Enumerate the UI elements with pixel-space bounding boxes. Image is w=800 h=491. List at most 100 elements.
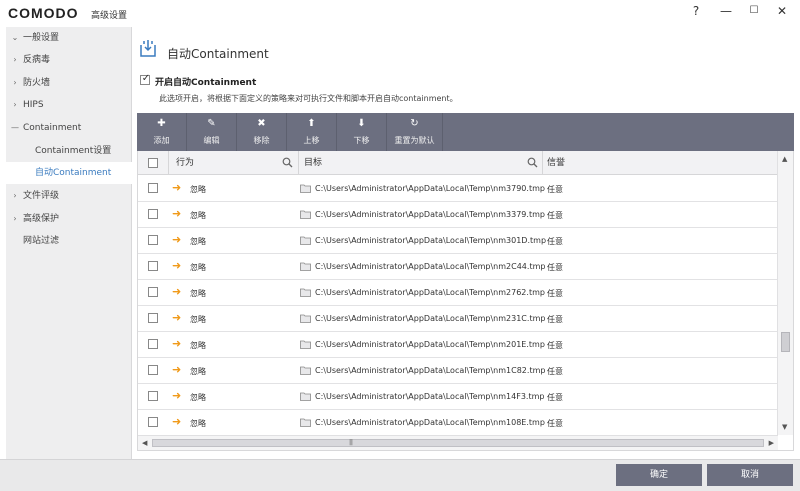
scroll-thumb[interactable] <box>781 332 790 352</box>
folder-icon <box>300 288 311 297</box>
sidebar-item-label: 高级保护 <box>23 214 60 224</box>
add-button[interactable]: ✚ 添加 <box>137 113 187 151</box>
remove-button[interactable]: ✖ 移除 <box>237 113 287 151</box>
minimize-button[interactable]: — <box>716 3 736 19</box>
row-checkbox[interactable] <box>148 339 158 349</box>
chevron-right-icon: › <box>13 78 17 87</box>
table-row[interactable]: ➜ 忽略 C:\Users\Administrator\AppData\Loca… <box>138 384 778 410</box>
table-row[interactable]: ➜ 忽略 C:\Users\Administrator\AppData\Loca… <box>138 410 778 436</box>
column-header-action[interactable]: 行为 <box>176 151 194 175</box>
description-text: 此选项开启，将根据下面定义的策略来对可执行文件和脚本开启自动containmen… <box>159 94 458 103</box>
row-checkbox[interactable] <box>148 287 158 297</box>
row-target: C:\Users\Administrator\AppData\Local\Tem… <box>315 314 546 323</box>
horizontal-scrollbar[interactable]: ◀ ||| ▶ <box>138 435 778 450</box>
scroll-thumb[interactable]: ||| <box>152 439 764 447</box>
search-icon[interactable] <box>527 157 538 168</box>
sidebar-item-label: Containment <box>23 123 82 133</box>
sidebar-item-advanced-protection[interactable]: › 高级保护 <box>6 208 132 230</box>
auto-containment-icon <box>140 40 156 57</box>
row-checkbox[interactable] <box>148 183 158 193</box>
checkmark-icon: ✓ <box>141 73 151 84</box>
search-icon[interactable] <box>282 157 293 168</box>
column-header-target[interactable]: 目标 <box>304 151 322 175</box>
row-checkbox[interactable] <box>148 235 158 245</box>
sidebar-item-hips[interactable]: › HIPS <box>6 94 132 116</box>
ok-button[interactable]: 确定 <box>616 464 702 486</box>
table-row[interactable]: ➜ 忽略 C:\Users\Administrator\AppData\Loca… <box>138 280 778 306</box>
folder-icon <box>300 184 311 193</box>
table-row[interactable]: ➜ 忽略 C:\Users\Administrator\AppData\Loca… <box>138 228 778 254</box>
sidebar-item-label: Containment设置 <box>35 146 112 156</box>
folder-icon <box>300 210 311 219</box>
row-target: C:\Users\Administrator\AppData\Local\Tem… <box>315 340 545 349</box>
table-row[interactable]: ➜ 忽略 C:\Users\Administrator\AppData\Loca… <box>138 306 778 332</box>
row-target: C:\Users\Administrator\AppData\Local\Tem… <box>315 236 547 245</box>
row-reputation: 任意 <box>547 393 563 402</box>
table-row[interactable]: ➜ 忽略 C:\Users\Administrator\AppData\Loca… <box>138 358 778 384</box>
close-button[interactable]: ✕ <box>772 3 792 19</box>
row-target: C:\Users\Administrator\AppData\Local\Tem… <box>315 366 546 375</box>
reset-default-button[interactable]: ↻ 重置为默认 <box>387 113 443 151</box>
rules-toolbar: ✚ 添加 ✎ 编辑 ✖ 移除 ⬆ 上移 ⬇ 下移 ↻ 重置为默认 <box>137 113 794 151</box>
row-checkbox[interactable] <box>148 391 158 401</box>
comodo-logo: COMODO <box>8 5 79 21</box>
page-title: 自动Containment <box>167 47 269 61</box>
select-all-checkbox[interactable] <box>148 158 158 168</box>
row-reputation: 任意 <box>547 367 563 376</box>
enable-auto-containment-checkbox[interactable]: ✓ <box>140 73 151 85</box>
row-reputation: 任意 <box>547 315 563 324</box>
column-header-reputation[interactable]: 信誉 <box>547 151 565 175</box>
table-row[interactable]: ➜ 忽略 C:\Users\Administrator\AppData\Loca… <box>138 332 778 358</box>
row-target: C:\Users\Administrator\AppData\Local\Tem… <box>315 262 546 271</box>
folder-icon <box>300 366 311 375</box>
row-checkbox[interactable] <box>148 313 158 323</box>
row-reputation: 任意 <box>547 419 563 428</box>
down-icon: ⬇ <box>357 118 366 129</box>
remove-icon: ✖ <box>257 118 266 129</box>
row-checkbox[interactable] <box>148 209 158 219</box>
sidebar-item-file-rating[interactable]: › 文件评级 <box>6 185 132 207</box>
row-action: 忽略 <box>190 393 206 402</box>
row-reputation: 任意 <box>547 289 563 298</box>
scroll-left-icon[interactable]: ◀ <box>142 439 147 447</box>
arrow-right-icon: ➜ <box>172 207 182 220</box>
row-action: 忽略 <box>190 419 206 428</box>
table-row[interactable]: ➜ 忽略 C:\Users\Administrator\AppData\Loca… <box>138 202 778 228</box>
row-reputation: 任意 <box>547 237 563 246</box>
sidebar-item-website-filtering[interactable]: 网站过滤 <box>6 230 132 252</box>
row-action: 忽略 <box>190 185 206 194</box>
sidebar-item-label: 文件评级 <box>23 191 60 201</box>
sidebar-item-containment[interactable]: — Containment <box>6 117 132 139</box>
sidebar-item-general[interactable]: ⌄ 一般设置 <box>6 27 132 49</box>
row-reputation: 任意 <box>547 185 563 194</box>
sidebar-item-antivirus[interactable]: › 反病毒 <box>6 49 132 71</box>
table-row[interactable]: ➜ 忽略 C:\Users\Administrator\AppData\Loca… <box>138 254 778 280</box>
row-checkbox[interactable] <box>148 365 158 375</box>
cancel-button[interactable]: 取消 <box>707 464 793 486</box>
arrow-right-icon: ➜ <box>172 233 182 246</box>
scroll-right-icon[interactable]: ▶ <box>769 439 774 447</box>
table-row[interactable]: ➜ 忽略 C:\Users\Administrator\AppData\Loca… <box>138 176 778 202</box>
scroll-down-icon[interactable]: ▼ <box>782 423 787 431</box>
move-down-button[interactable]: ⬇ 下移 <box>337 113 387 151</box>
row-checkbox[interactable] <box>148 261 158 271</box>
edit-button[interactable]: ✎ 编辑 <box>187 113 237 151</box>
sidebar-item-firewall[interactable]: › 防火墙 <box>6 72 132 94</box>
chevron-right-icon: › <box>13 191 17 200</box>
maximize-button[interactable]: ☐ <box>744 3 764 19</box>
row-reputation: 任意 <box>547 211 563 220</box>
row-reputation: 任意 <box>547 341 563 350</box>
arrow-right-icon: ➜ <box>172 285 182 298</box>
folder-icon <box>300 236 311 245</box>
sidebar-item-auto-containment[interactable]: 自动Containment <box>6 162 132 184</box>
sidebar-item-label: 网站过滤 <box>23 236 60 246</box>
help-button[interactable]: ? <box>686 3 706 19</box>
chevron-down-icon: ⌄ <box>11 33 19 42</box>
move-up-button[interactable]: ⬆ 上移 <box>287 113 337 151</box>
sidebar-item-label: 一般设置 <box>23 33 60 43</box>
vertical-scrollbar[interactable]: ▲ ▼ <box>777 151 793 435</box>
scroll-up-icon[interactable]: ▲ <box>782 155 787 163</box>
row-checkbox[interactable] <box>148 417 158 427</box>
sidebar-item-containment-settings[interactable]: Containment设置 <box>6 140 132 162</box>
footer: 确定 取消 <box>0 459 800 491</box>
